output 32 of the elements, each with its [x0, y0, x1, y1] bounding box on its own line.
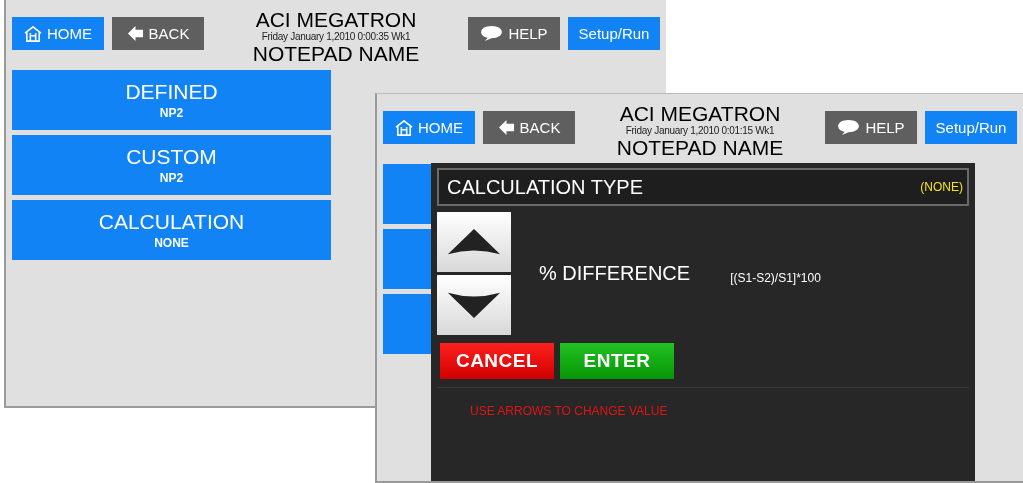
date-time: Friday January 1,2010 0:01:15 Wk1 — [625, 125, 775, 136]
notepad-name: NOTEPAD NAME — [616, 136, 784, 159]
notepad-name: NOTEPAD NAME — [252, 42, 420, 65]
home-button[interactable]: HOME — [383, 111, 475, 144]
back-button[interactable]: BACK — [483, 111, 575, 144]
current-value: (NONE) — [920, 180, 963, 194]
up-arrow-button[interactable] — [437, 212, 511, 272]
enter-button[interactable]: ENTER — [560, 343, 674, 379]
device-title: ACI MEGATRON — [619, 102, 781, 125]
house-icon — [24, 25, 42, 42]
home-button[interactable]: HOME — [12, 17, 104, 50]
speech-bubble-icon — [480, 25, 504, 42]
formula-text: [(S1-S2)/S1]*100 — [730, 270, 821, 285]
hint-text: USE ARROWS TO CHANGE VALUE — [470, 404, 669, 418]
menu-button[interactable]: DEFINED NP2 — [12, 70, 331, 130]
dialog-title: CALCULATION TYPE — [447, 175, 643, 199]
cancel-button[interactable]: CANCEL — [440, 343, 554, 379]
setup-run-button[interactable]: Setup/Run — [925, 111, 1017, 144]
help-button[interactable]: HELP — [468, 17, 560, 50]
help-button[interactable]: HELP — [825, 111, 917, 144]
down-arrow-button[interactable] — [437, 275, 511, 335]
date-time: Friday January 1,2010 0:00:35 Wk1 — [261, 31, 411, 42]
house-icon — [395, 119, 413, 136]
device-title: ACI MEGATRON — [255, 8, 417, 31]
left-arrow-icon — [126, 25, 144, 42]
menu-button[interactable]: CUSTOM NP2 — [12, 135, 331, 195]
back-button[interactable]: BACK — [112, 17, 204, 50]
speech-bubble-icon — [837, 119, 861, 136]
setup-run-button[interactable]: Setup/Run — [568, 17, 660, 50]
left-arrow-icon — [497, 119, 515, 136]
menu-button[interactable]: CALCULATION NONE — [12, 200, 331, 260]
option-value: % DIFFERENCE — [539, 262, 691, 285]
